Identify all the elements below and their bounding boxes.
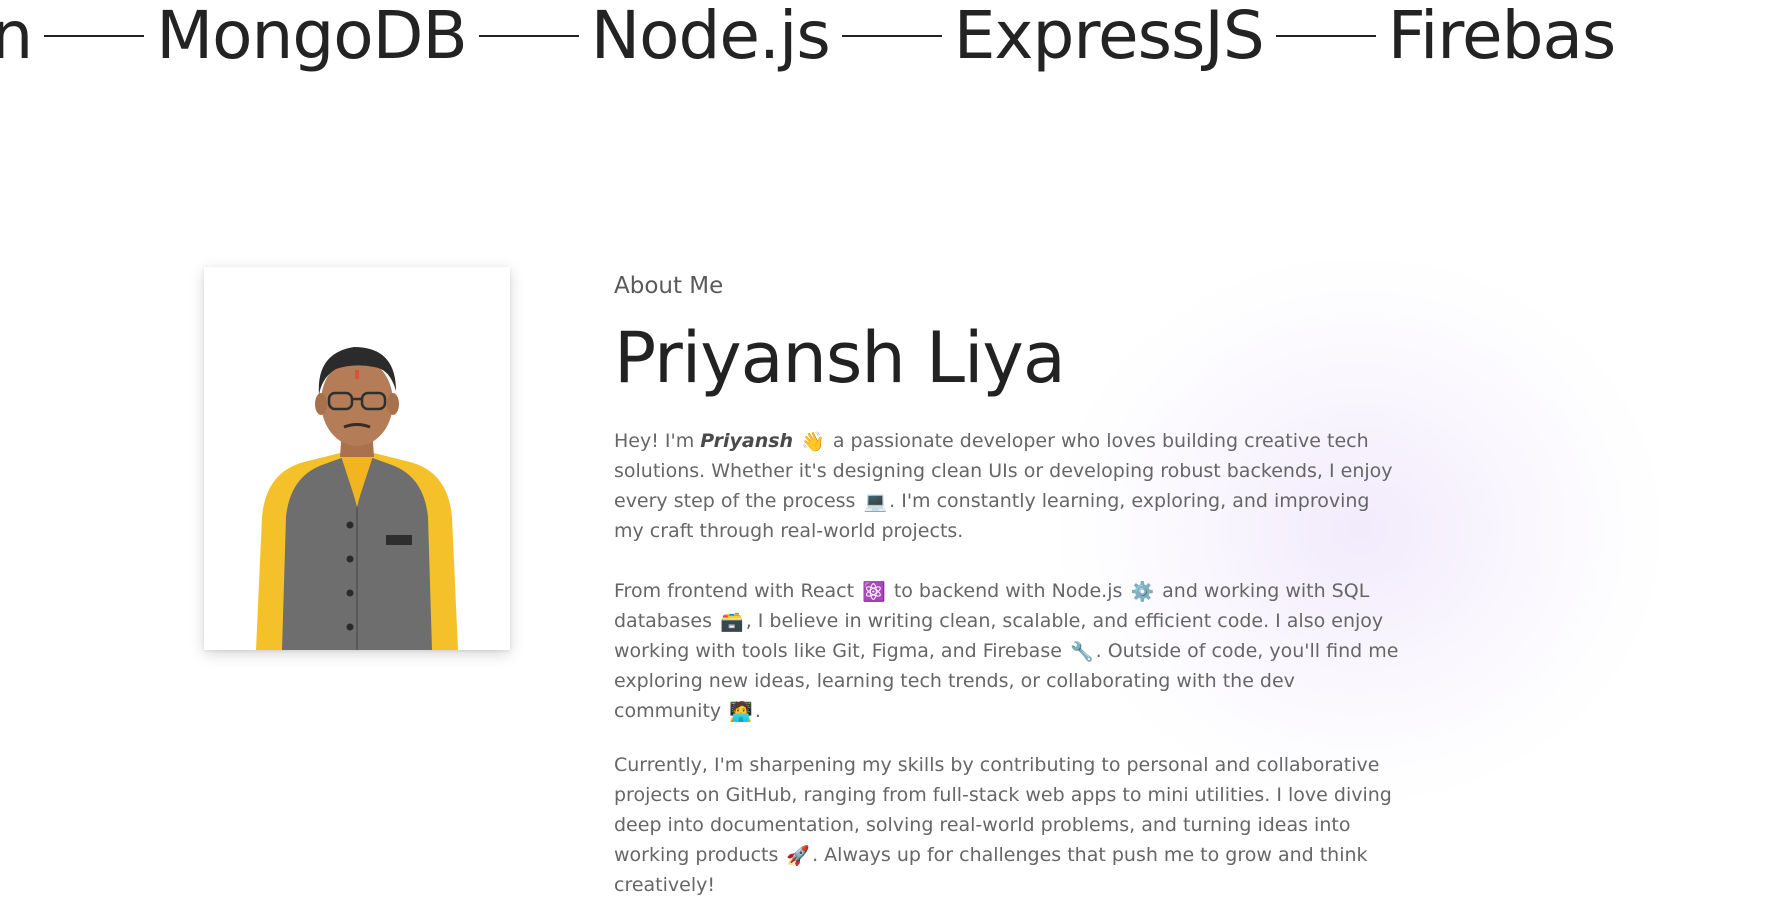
- about-section: About Me Priyansh Liya Hey! I'm Priyansh…: [614, 268, 1414, 900]
- skills-text: From frontend with React: [614, 580, 861, 602]
- page-title: Priyansh Liya: [614, 317, 1066, 399]
- gear-icon: ⚙️: [1130, 581, 1155, 603]
- marquee-track: on MongoDB Node.js ExpressJS Firebas: [0, 0, 1617, 86]
- intro-paragraph: Hey! I'm Priyansh 👋 a passionate develop…: [614, 426, 1404, 546]
- waving-hand-icon: 👋: [801, 431, 825, 453]
- rocket-icon: 🚀: [786, 845, 811, 867]
- tech-item-firebase: Firebas: [1387, 0, 1617, 74]
- section-eyebrow: About Me: [614, 273, 724, 299]
- separator-dash: [478, 35, 579, 37]
- intro-prefix: Hey! I'm: [614, 430, 701, 452]
- skills-paragraph: From frontend with React ⚛️ to backend w…: [614, 576, 1404, 726]
- technologist-icon: 🧑‍💻: [729, 701, 753, 723]
- profile-photo-illustration: [204, 267, 510, 650]
- separator-dash: [1275, 35, 1376, 37]
- react-icon: ⚛️: [862, 581, 886, 603]
- tech-item-mongodb: MongoDB: [156, 0, 468, 74]
- tech-item-nodejs: Node.js: [590, 0, 831, 74]
- about-page: on MongoDB Node.js ExpressJS Firebas: [0, 0, 1766, 905]
- highlighted-name: Priyansh: [700, 430, 794, 452]
- profile-photo: [204, 267, 510, 650]
- skills-text: to backend with Node.js: [887, 580, 1129, 602]
- tech-item: on: [0, 0, 33, 74]
- skills-text-end: .: [754, 700, 761, 722]
- current-focus-paragraph: Currently, I'm sharpening my skills by c…: [614, 750, 1404, 900]
- tech-stack-marquee: on MongoDB Node.js ExpressJS Firebas: [0, 0, 1766, 86]
- wrench-icon: 🔧: [1069, 641, 1094, 663]
- tech-item-expressjs: ExpressJS: [953, 0, 1265, 74]
- database-icon: 🗃️: [720, 611, 744, 633]
- separator-dash: [44, 35, 145, 37]
- separator-dash: [841, 35, 942, 37]
- laptop-icon: 💻: [863, 491, 888, 513]
